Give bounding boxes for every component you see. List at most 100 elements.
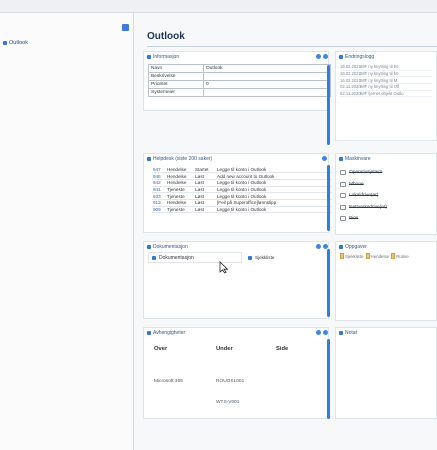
main-content: Outlook Informasjon Navn Outlook Beskrive… xyxy=(137,13,437,450)
table-row: WTS-V001 xyxy=(154,400,304,405)
machines-list: Operativsystem Mbone Lokaldrive(er) Nett… xyxy=(340,167,430,225)
list-item[interactable]: 02.11.2020 IMF fjernet objekt Outlo xyxy=(340,91,432,98)
dependency-link[interactable] xyxy=(154,400,216,405)
settings-icon[interactable] xyxy=(322,156,327,161)
table-row[interactable]: 913 Hendelse Løst [Feil på Superoffice]lønn… xyxy=(152,199,332,207)
settings-icon[interactable] xyxy=(323,330,328,335)
helpdesk-table: 947 Hendelse Startet Legge til konto i Outl… xyxy=(152,166,332,214)
title-divider xyxy=(147,46,437,47)
hardware-icon xyxy=(339,157,343,161)
bios-icon xyxy=(340,216,346,222)
dependency-link[interactable]: Microsoft 365 xyxy=(154,379,216,384)
case-text: [Feil på Superoffice]lønnslipp xyxy=(216,199,332,207)
dependencies-panel-tools xyxy=(316,330,328,335)
log-date: 02.11.2020 xyxy=(340,91,361,97)
log-date: 16.02.2021 xyxy=(340,71,361,77)
doc-link-checklist[interactable]: Sjekkliste xyxy=(248,255,274,260)
case-text: Legge til konto i Outlook xyxy=(216,192,332,200)
task-incident[interactable]: Hendelse xyxy=(365,253,390,259)
dependencies-panel: Avhengigheter Over Under Side Microsoft … xyxy=(143,327,329,419)
sidebar-item-outlook[interactable]: Outlook xyxy=(3,40,28,46)
top-bar xyxy=(0,0,437,13)
list-item[interactable]: Operativsystem xyxy=(340,167,430,179)
cursor-icon xyxy=(219,261,229,274)
case-id[interactable]: 946 xyxy=(152,172,166,180)
changelog-panel-header: Endringslogg xyxy=(339,54,374,60)
list-item[interactable]: Mbone xyxy=(340,179,430,191)
task-color-swatch xyxy=(340,253,344,259)
tasks-panel-title: Oppgaver xyxy=(345,244,367,250)
doc-link-documentation[interactable]: Dokumentasjon xyxy=(152,255,194,261)
list-item[interactable]: 02.11.2020 IMF ny knytting til Off xyxy=(340,84,432,91)
table-row[interactable]: 933 Tjeneste Løst Legge til konto i Outlook xyxy=(152,192,332,200)
case-id[interactable]: 941 xyxy=(152,186,166,194)
case-type: Tjeneste xyxy=(166,206,194,214)
dependency-link[interactable] xyxy=(276,379,304,384)
case-status: Løst xyxy=(194,199,216,207)
list-item[interactable]: Lokaldrive(er) xyxy=(340,190,430,202)
dependency-link[interactable]: WTS-V001 xyxy=(216,400,276,405)
tasks-list: Sjekkliste Hendelse Rutine xyxy=(340,253,409,259)
os-icon xyxy=(340,170,346,176)
case-id[interactable]: 942 xyxy=(152,179,166,187)
search-icon[interactable] xyxy=(316,330,321,335)
info-table: Navn Outlook Beskrivelse Prioritet 0 Syste… xyxy=(148,64,331,97)
settings-icon[interactable] xyxy=(323,54,328,59)
case-status: Løst xyxy=(194,192,216,200)
dependency-link[interactable]: ROUOSL001 xyxy=(216,379,276,384)
case-id[interactable]: 947 xyxy=(152,166,166,174)
list-item[interactable]: Nettverksdrive(er) xyxy=(340,202,430,214)
doc-label: Dokumentasjon xyxy=(159,255,194,261)
dependencies-scrollbar[interactable] xyxy=(327,339,330,419)
table-row: Prioritet 0 xyxy=(148,80,331,89)
case-text: Add new account to Outlook xyxy=(216,172,332,180)
table-row[interactable]: 909 Tjeneste Løst Legge til konto i Outlook xyxy=(152,206,332,214)
machines-panel: Maskinvare Operativsystem Mbone Lokaldri… xyxy=(335,153,437,235)
task-checklist[interactable]: Sjekkliste xyxy=(340,253,364,259)
documentation-scrollbar[interactable] xyxy=(327,249,330,317)
search-icon[interactable] xyxy=(316,244,321,249)
info-key: Beskrivelse xyxy=(148,72,204,81)
sidebar-collapse-icon[interactable] xyxy=(122,24,129,31)
column-header: Over xyxy=(154,346,168,352)
case-id[interactable]: 909 xyxy=(152,206,166,214)
drive-icon xyxy=(340,193,346,199)
list-item[interactable]: 16.02.2021 IMF ny knytting til M xyxy=(340,77,432,85)
table-row[interactable]: 946 Hendelse Løst Add new account to Outloo… xyxy=(152,172,332,180)
task-routine[interactable]: Rutine xyxy=(391,253,409,259)
list-item[interactable]: 16.02.2021 IMF ny knytting til hö xyxy=(340,71,432,78)
case-status: Løst xyxy=(194,179,216,187)
dependency-link[interactable] xyxy=(276,400,304,405)
info-panel: Informasjon Navn Outlook Beskrivelse Prio… xyxy=(143,51,331,111)
search-icon[interactable] xyxy=(316,54,321,59)
case-type: Hendelse xyxy=(166,199,194,207)
list-item[interactable]: Bios xyxy=(340,213,430,225)
case-type: Tjeneste xyxy=(166,186,194,194)
case-id[interactable]: 933 xyxy=(152,192,166,200)
sidebar: Outlook xyxy=(0,13,134,450)
log-text: IMF ny knytting til hö xyxy=(360,64,399,70)
changelog-list: 16.02.2021 IMF ny knytting til hö 16.02.2… xyxy=(340,64,432,98)
log-date: 02.11.2020 xyxy=(340,84,361,90)
log-date: 16.02.2021 xyxy=(340,64,361,70)
table-row: Microsoft 365 ROUOSL001 xyxy=(154,379,304,384)
table-row[interactable]: 947 Hendelse Startet Legge til konto i Outl… xyxy=(152,166,332,174)
table-row[interactable]: 942 Hendelse Løst Legge til konto i Outlook xyxy=(152,179,332,187)
dependencies-panel-header: Avhengigheter xyxy=(147,330,185,336)
task-color-swatch xyxy=(365,253,370,259)
tasks-icon xyxy=(339,245,343,249)
info-value: Outlook xyxy=(203,64,331,73)
machine-label: Mbone xyxy=(349,181,364,187)
changelog-panel-title: Endringslogg xyxy=(345,54,375,60)
list-item[interactable]: 16.02.2021 IMF ny knytting til hö xyxy=(340,64,432,71)
helpdesk-panel-title: Helpdesk (siste 200 saker) xyxy=(153,156,213,162)
table-row[interactable]: 941 Tjeneste Løst Legge til konto i Outlook xyxy=(152,186,332,194)
case-id[interactable]: 913 xyxy=(152,199,166,207)
task-label: Hendelse xyxy=(370,253,390,259)
network-drive-icon xyxy=(340,204,346,210)
documentation-panel-header: Dokumentasjon xyxy=(147,244,188,250)
info-panel-scrollbar[interactable] xyxy=(327,65,330,145)
helpdesk-scrollbar[interactable] xyxy=(327,165,330,231)
notes-panel: Notat xyxy=(335,327,437,419)
notes-panel-title: Notat xyxy=(345,330,357,336)
